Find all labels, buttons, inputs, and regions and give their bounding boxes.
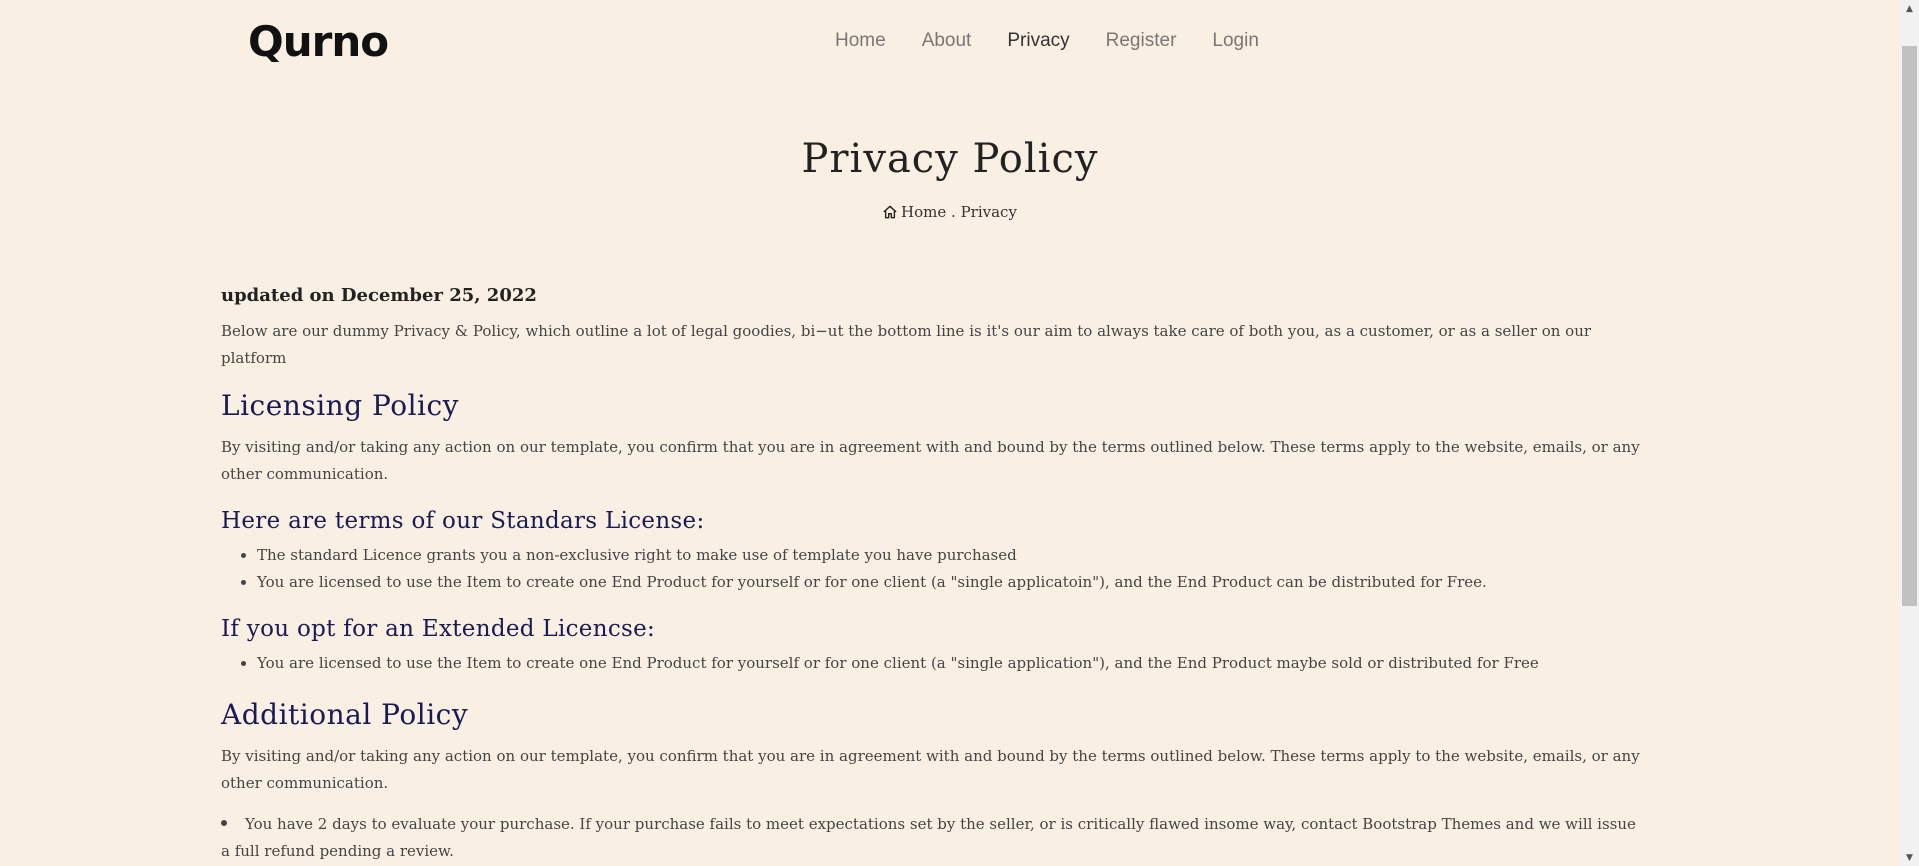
nav-link-login[interactable]: Login bbox=[1212, 24, 1259, 58]
nav-menu: Home About Privacy Register Login bbox=[835, 24, 1295, 58]
scrollbar-thumb[interactable] bbox=[1902, 46, 1917, 606]
vertical-scrollbar[interactable]: ▲ ▼ bbox=[1900, 0, 1919, 866]
additional-policy-bullet: You have 2 days to evaluate your purchas… bbox=[221, 811, 1641, 865]
extended-license-heading: If you opt for an Extended Licencse: bbox=[221, 616, 656, 642]
navbar: Qurno Home About Privacy Register Login bbox=[0, 0, 1900, 84]
list-item: The standard Licence grants you a non-ex… bbox=[257, 542, 1641, 569]
licensing-policy-heading: Licensing Policy bbox=[221, 389, 459, 422]
additional-bullet-text: You have 2 days to evaluate your purchas… bbox=[221, 815, 1636, 860]
nav-link-register[interactable]: Register bbox=[1106, 24, 1177, 58]
additional-policy-text: By visiting and/or taking any action on … bbox=[221, 747, 1640, 792]
home-icon bbox=[883, 205, 897, 223]
breadcrumb: Home . Privacy bbox=[0, 203, 1900, 223]
nav-link-about[interactable]: About bbox=[922, 24, 972, 58]
breadcrumb-separator: . bbox=[946, 203, 961, 221]
page: Qurno Home About Privacy Register Login … bbox=[0, 0, 1900, 866]
list-item: You are licensed to use the Item to crea… bbox=[257, 650, 1641, 677]
site-logo[interactable]: Qurno bbox=[248, 12, 389, 72]
scroll-down-arrow-icon[interactable]: ▼ bbox=[1900, 849, 1919, 866]
nav-link-privacy[interactable]: Privacy bbox=[1007, 24, 1069, 58]
intro-text: Below are our dummy Privacy & Policy, wh… bbox=[221, 322, 1592, 367]
list-item: You are licensed to use the Item to crea… bbox=[257, 569, 1641, 596]
page-title: Privacy Policy bbox=[801, 136, 1099, 182]
additional-policy-heading: Additional Policy bbox=[221, 698, 469, 731]
breadcrumb-current: Privacy bbox=[960, 203, 1017, 221]
breadcrumb-home-link[interactable]: Home bbox=[901, 203, 946, 221]
licensing-policy-text: By visiting and/or taking any action on … bbox=[221, 438, 1640, 483]
scroll-up-arrow-icon[interactable]: ▲ bbox=[1900, 0, 1919, 17]
extended-license-list: You are licensed to use the Item to crea… bbox=[221, 650, 1641, 677]
standard-license-heading: Here are terms of our Standars License: bbox=[221, 508, 705, 534]
bullet-dot bbox=[221, 820, 227, 826]
updated-date: updated on December 25, 2022 bbox=[221, 285, 537, 306]
policy-content: updated on December 25, 2022 Below are o… bbox=[221, 284, 1641, 865]
standard-license-list: The standard Licence grants you a non-ex… bbox=[221, 542, 1641, 596]
nav-link-home[interactable]: Home bbox=[835, 24, 886, 58]
